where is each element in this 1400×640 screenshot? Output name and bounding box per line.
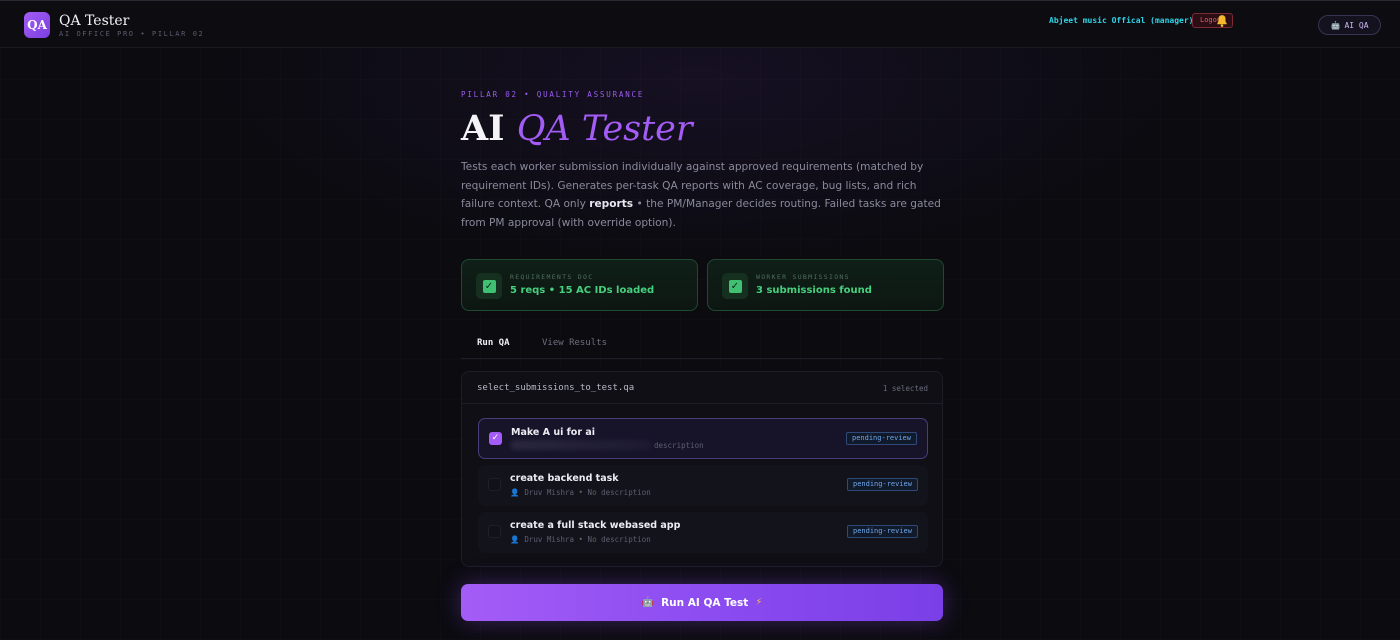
bolt-icon: ⚡ [755,597,763,608]
status-badge: pending-review [845,432,917,445]
check-icon: ✓ [476,273,502,299]
robot-icon: 🤖 [641,597,655,608]
worker-submissions-card: ✓ WORKER SUBMISSIONS 3 submissions found [707,259,944,311]
submissions-panel: select_submissions_to_test.qa 1 selected… [461,371,943,567]
submission-meta: description [654,441,704,450]
description-bold: reports [589,198,634,210]
stat-label: WORKER SUBMISSIONS [756,273,850,281]
submission-desc: • No description [578,488,651,497]
stat-value: 3 submissions found [756,285,872,296]
robot-icon: 🤖 [1330,20,1341,30]
submission-author: Druv Mishra [524,488,575,497]
section-kicker: PILLAR 02 • QUALITY ASSURANCE [461,90,645,99]
submission-title: create a full stack webased app [510,520,681,531]
submission-desc: • No description [578,535,651,544]
page-description: Tests each worker submission individuall… [461,158,949,232]
logo-icon: QA [24,12,50,38]
user-name[interactable]: Abjeet music Offical (manager) [1049,16,1194,25]
submission-author: Druv Mishra [524,535,575,544]
panel-header: select_submissions_to_test.qa 1 selected [462,372,942,404]
tab-view-results[interactable]: View Results [542,338,607,348]
page-title-accent: QA Tester [516,109,693,149]
stat-value: 5 reqs • 15 AC IDs loaded [510,285,655,296]
app-subtitle: AI OFFICE PRO • PILLAR 02 [59,30,205,38]
stat-label: REQUIREMENTS DOC [510,273,594,281]
submission-item[interactable]: ✓ Make A ui for ai description pending-r… [478,418,928,459]
page-title: AI QA Tester [461,108,693,149]
submission-checkbox[interactable] [488,525,501,538]
submission-meta: 👤 Druv Mishra • No description [510,535,651,544]
tab-bar: Run QA View Results [461,332,943,359]
redacted-author [511,440,651,450]
submission-meta: 👤 Druv Mishra • No description [510,488,651,497]
status-badge: pending-review [846,525,918,538]
page-title-plain: AI [461,108,505,149]
run-qa-label: Run AI QA Test [661,596,749,609]
person-icon: 👤 [510,488,520,497]
submission-checkbox[interactable] [488,478,501,491]
submission-item[interactable]: create a full stack webased app 👤 Druv Mi… [478,512,928,553]
submission-checkbox[interactable]: ✓ [489,432,502,445]
tab-run-qa[interactable]: Run QA [477,338,510,348]
bell-icon[interactable] [1215,14,1229,28]
panel-title: select_submissions_to_test.qa [477,383,635,393]
app-title: QA Tester [59,13,130,29]
ai-qa-label: AI QA [1344,20,1369,30]
selected-count: 1 selected [882,384,928,393]
submission-title: create backend task [510,473,619,484]
submission-title: Make A ui for ai [511,427,595,438]
status-badge: pending-review [846,478,918,491]
run-qa-button[interactable]: 🤖 Run AI QA Test ⚡ [461,584,943,621]
ai-qa-button[interactable]: 🤖 AI QA [1318,15,1381,35]
requirements-doc-card: ✓ REQUIREMENTS DOC 5 reqs • 15 AC IDs lo… [461,259,698,311]
submission-item[interactable]: create backend task 👤 Druv Mishra • No de… [478,465,928,506]
check-icon: ✓ [722,273,748,299]
top-bar: QA QA Tester AI OFFICE PRO • PILLAR 02 A… [0,0,1400,48]
person-icon: 👤 [510,535,520,544]
